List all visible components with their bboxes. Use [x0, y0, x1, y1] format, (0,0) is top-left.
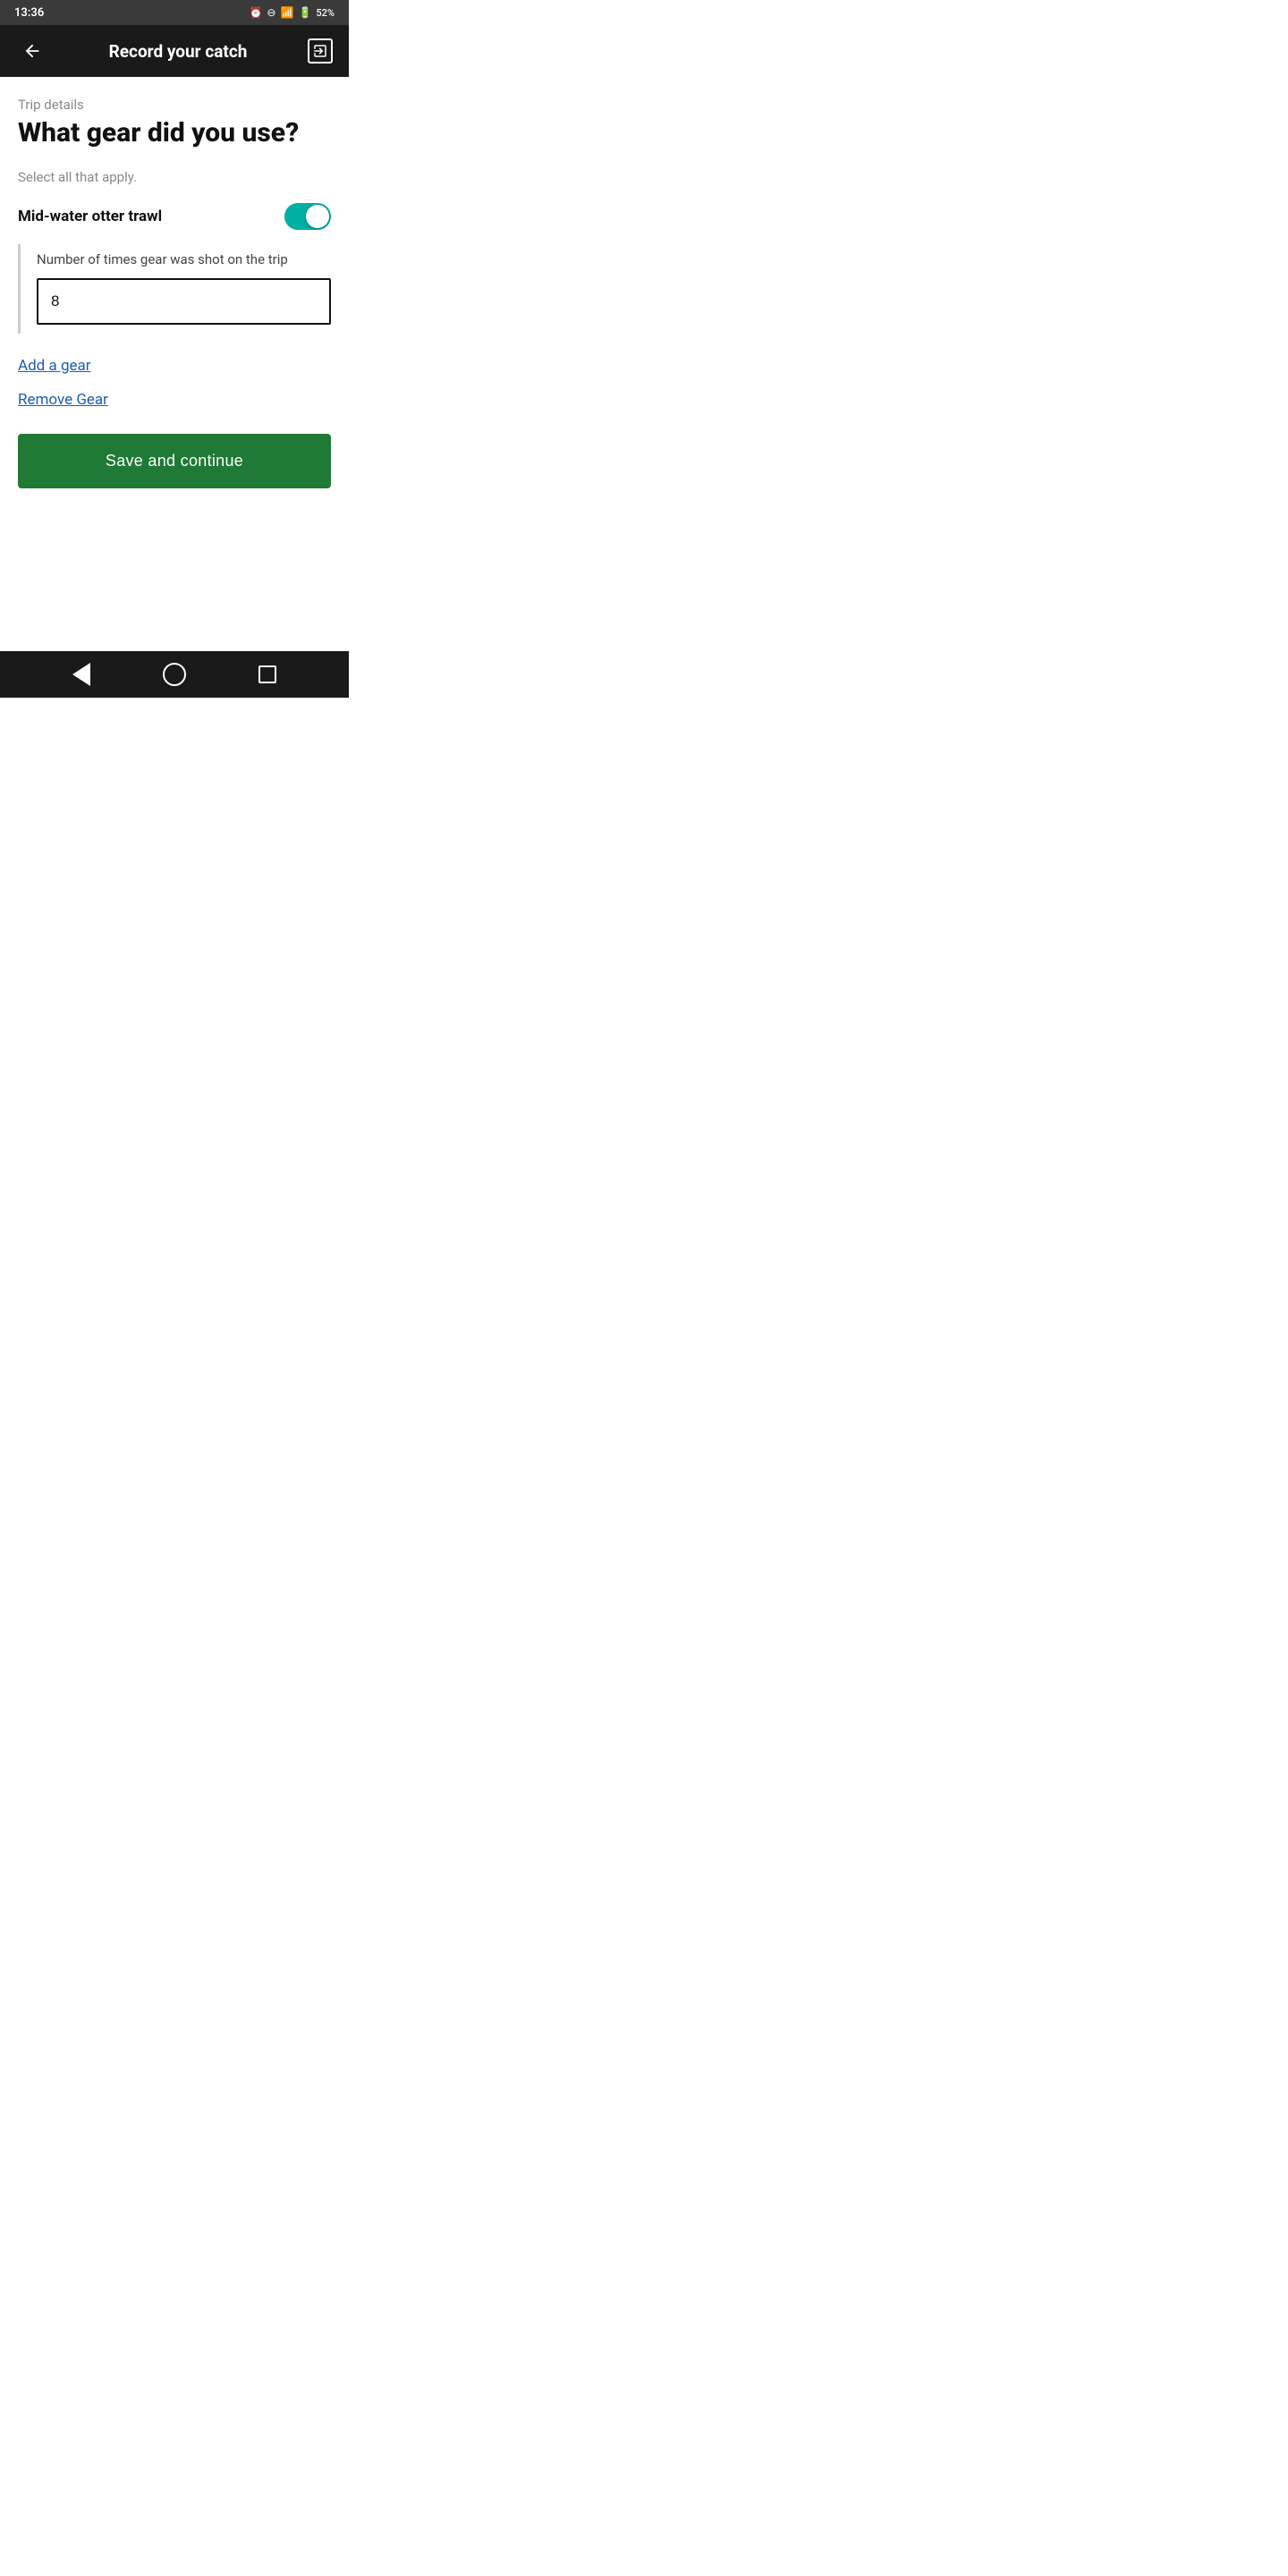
add-gear-link[interactable]: Add a gear — [18, 357, 331, 375]
save-continue-button[interactable]: Save and continue — [18, 434, 331, 488]
status-time: 13:36 — [14, 6, 44, 20]
nav-back-icon — [72, 663, 90, 686]
signal-icon: 📶 — [280, 6, 293, 19]
link-section: Add a gear Remove Gear — [18, 357, 331, 409]
toggle-knob — [306, 205, 329, 228]
battery-icon: 🔋 — [298, 6, 311, 19]
status-bar: 13:36 ⏰ ⊖ 📶 🔋 52% — [0, 0, 349, 25]
gear-count-input[interactable] — [37, 278, 331, 325]
select-all-label: Select all that apply. — [18, 169, 331, 185]
app-bar-title: Record your catch — [48, 41, 308, 62]
app-bar: Record your catch — [0, 25, 349, 77]
remove-gear-link[interactable]: Remove Gear — [18, 391, 331, 409]
nav-home-icon — [163, 663, 186, 686]
nav-recent-button[interactable] — [258, 665, 276, 683]
alarm-icon: ⏰ — [249, 6, 262, 19]
gear-toggle[interactable] — [284, 203, 331, 230]
exit-button[interactable] — [308, 38, 333, 64]
nav-home-button[interactable] — [163, 663, 186, 686]
trip-details-label: Trip details — [18, 97, 331, 113]
gear-toggle-row: Mid-water otter trawl — [18, 203, 331, 244]
gear-detail-section: Number of times gear was shot on the tri… — [18, 244, 331, 334]
page-heading: What gear did you use? — [18, 118, 331, 149]
main-content: Trip details What gear did you use? Sele… — [0, 77, 349, 651]
status-icons: ⏰ ⊖ 📶 🔋 52% — [249, 6, 335, 19]
bottom-nav — [0, 651, 349, 698]
battery-percent: 52% — [316, 7, 335, 19]
nav-back-button[interactable] — [72, 663, 90, 686]
do-not-disturb-icon: ⊖ — [267, 6, 275, 19]
back-button[interactable] — [16, 41, 48, 61]
gear-name: Mid-water otter trawl — [18, 208, 162, 225]
gear-detail-label: Number of times gear was shot on the tri… — [37, 251, 331, 267]
nav-recent-icon — [258, 665, 276, 683]
